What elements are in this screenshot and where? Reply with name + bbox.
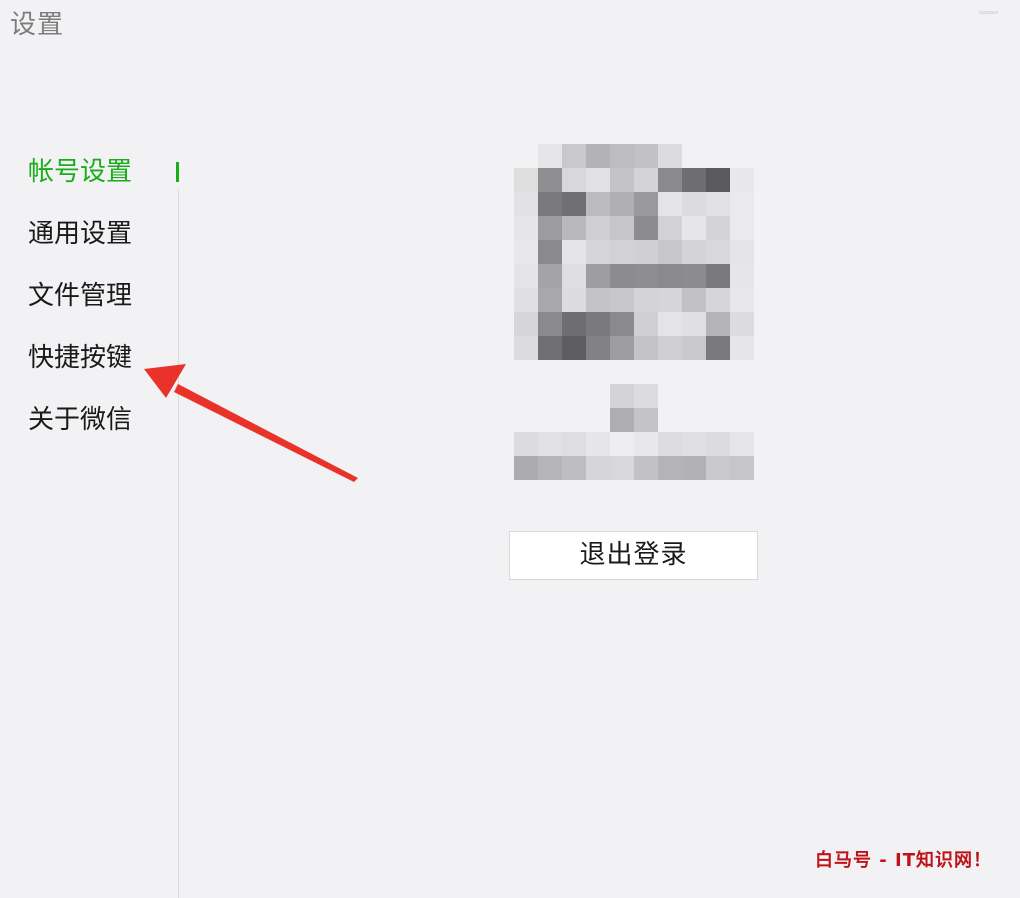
watermark-text: 白马号 - IT知识网！ — [815, 850, 992, 871]
annotation-arrow-icon — [144, 364, 358, 482]
